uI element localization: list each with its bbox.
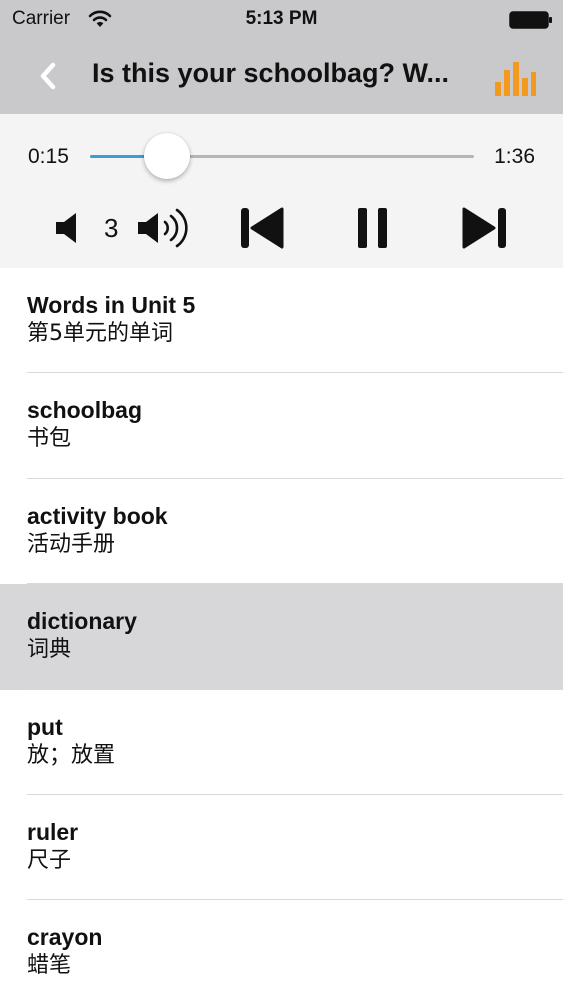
word-list: Words in Unit 5 第5单元的单词 schoolbag 书包 activit… [0, 268, 563, 1000]
word-chinese: 放；放置 [27, 742, 116, 768]
carrier-label: Carrier [12, 8, 71, 29]
slider-thumb[interactable] [143, 133, 190, 179]
status-bar: Carrier 5:13 PM [0, 0, 563, 40]
equalizer-chart-icon[interactable] [493, 60, 537, 98]
word-english: activity book [27, 502, 168, 529]
list-item[interactable]: ruler 尺子 [0, 794, 563, 901]
status-time: 5:13 PM [245, 8, 318, 29]
word-chinese: 词典 [27, 637, 72, 663]
wifi-icon [88, 10, 112, 27]
list-item[interactable]: Words in Unit 5 第5单元的单词 [0, 268, 563, 374]
audio-player: 0:15 1:36 3 [0, 114, 563, 268]
progress-slider[interactable] [90, 133, 474, 179]
battery-icon [509, 11, 552, 29]
word-chinese: 活动手册 [27, 531, 116, 557]
list-item[interactable]: put 放；放置 [0, 689, 563, 796]
next-track-icon[interactable] [460, 206, 510, 250]
word-chinese: 第5单元的单词 [27, 321, 173, 346]
list-item[interactable]: schoolbag 书包 [0, 373, 563, 480]
word-english: dictionary [27, 608, 137, 635]
word-english: put [27, 713, 63, 740]
chevron-left-icon [40, 62, 56, 90]
total-time: 1:36 [494, 145, 535, 168]
word-english: schoolbag [27, 397, 143, 424]
volume-level: 3 [104, 213, 119, 243]
back-button[interactable] [28, 56, 68, 96]
word-english: crayon [27, 924, 103, 951]
word-english: Words in Unit 5 [27, 292, 196, 318]
page-title: Is this your schoolbag? W... [92, 58, 450, 88]
volume-down-icon[interactable] [52, 208, 86, 248]
word-chinese: 书包 [27, 426, 72, 452]
list-item[interactable]: activity book 活动手册 [0, 478, 563, 585]
volume-up-icon[interactable] [136, 206, 192, 250]
word-chinese: 尺子 [27, 847, 72, 873]
word-chinese: 蜡笔 [27, 953, 72, 979]
list-item[interactable]: dictionary 词典 [0, 584, 563, 690]
list-item[interactable]: crayon 蜡笔 [0, 900, 563, 1000]
navigation-bar: Is this your schoolbag? W... [0, 40, 563, 114]
pause-icon[interactable] [352, 206, 394, 250]
previous-track-icon[interactable] [238, 206, 286, 250]
current-time: 0:15 [28, 145, 69, 168]
word-english: ruler [27, 818, 79, 845]
